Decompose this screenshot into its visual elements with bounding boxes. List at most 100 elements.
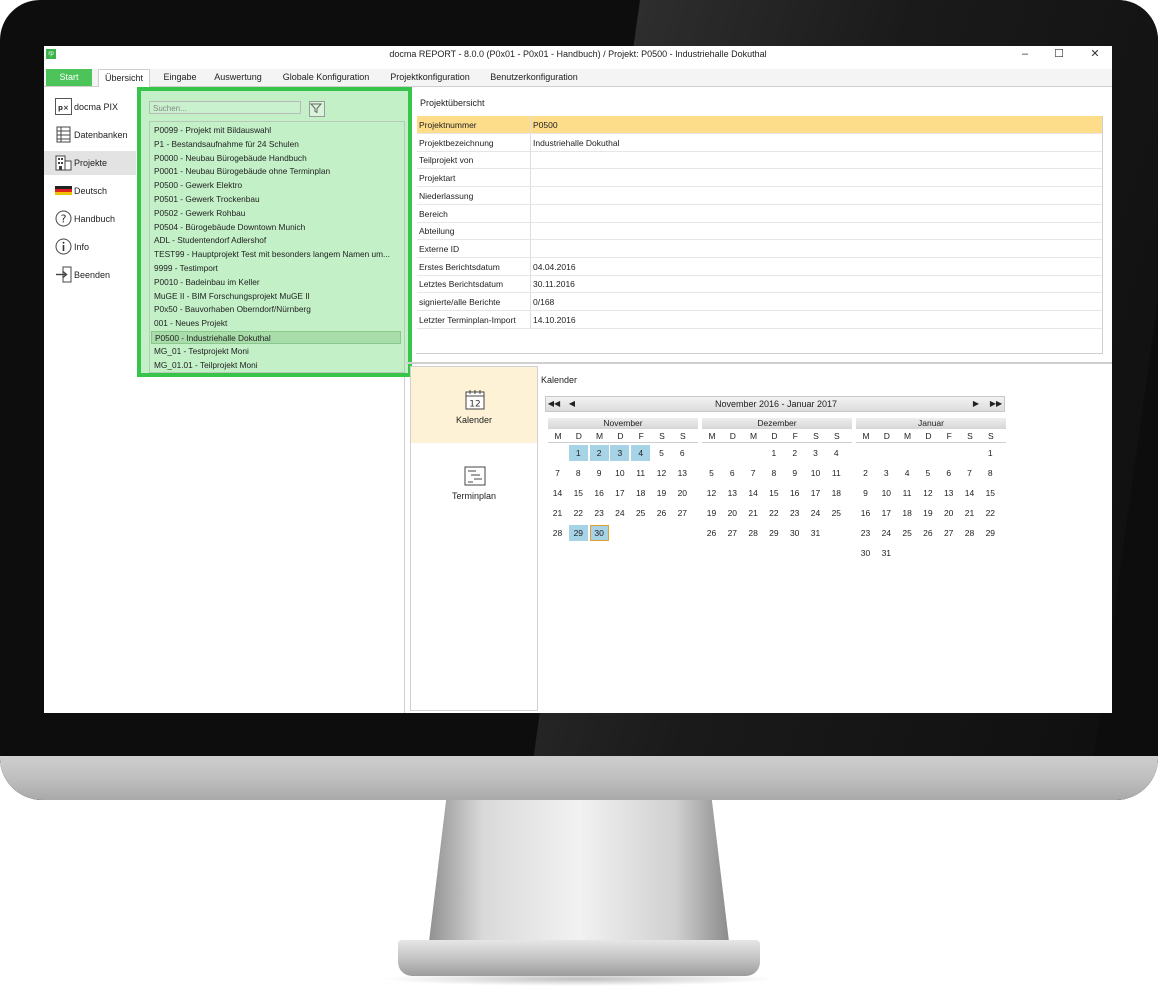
calendar-day[interactable]: 25 [631, 505, 650, 521]
calendar-day[interactable]: 22 [764, 505, 783, 521]
calendar-day[interactable]: 25 [827, 505, 846, 521]
calendar-day[interactable]: 2 [785, 445, 804, 461]
nav-item-deutsch[interactable]: Deutsch [52, 179, 137, 203]
nav-item-beenden[interactable]: Beenden [52, 263, 137, 287]
close-button[interactable]: ✕ [1078, 46, 1112, 64]
calendar-day[interactable]: 29 [764, 525, 783, 541]
calendar-day[interactable]: 15 [981, 485, 1000, 501]
calendar-day[interactable]: 11 [827, 465, 846, 481]
calendar-day[interactable]: 26 [918, 525, 937, 541]
calendar-day[interactable]: 18 [827, 485, 846, 501]
calendar-day[interactable]: 19 [702, 505, 721, 521]
calendar-day[interactable]: 24 [806, 505, 825, 521]
tab-eingabe[interactable]: Eingabe [156, 69, 204, 86]
calendar-day[interactable]: 30 [856, 545, 875, 561]
calendar-day[interactable]: 5 [918, 465, 937, 481]
calendar-day[interactable]: 28 [744, 525, 763, 541]
calendar-day[interactable]: 2 [589, 445, 609, 461]
project-list-item[interactable]: P0502 - Gewerk Rohbau [154, 207, 402, 220]
maximize-button[interactable]: ☐ [1042, 46, 1076, 64]
calendar-day[interactable]: 27 [673, 505, 692, 521]
calendar-day[interactable]: 19 [918, 505, 937, 521]
calendar-day[interactable]: 16 [785, 485, 804, 501]
calendar-day[interactable]: 31 [877, 545, 896, 561]
nav-item-datenbanken[interactable]: Datenbanken [52, 123, 137, 147]
calendar-day[interactable]: 18 [631, 485, 650, 501]
calendar-day[interactable]: 3 [806, 445, 825, 461]
calendar-day[interactable]: 26 [652, 505, 671, 521]
project-list[interactable]: P0099 - Projekt mit Bildauswahl P1 - Best… [149, 121, 405, 373]
calendar-day[interactable]: 4 [898, 465, 917, 481]
project-list-item[interactable]: P0001 - Neubau Bürogebäude ohne Terminpl… [154, 165, 402, 178]
calendar-day[interactable]: 29 [568, 525, 588, 541]
project-list-item[interactable]: P0010 - Badeinbau im Keller [154, 276, 402, 289]
calendar-day[interactable]: 19 [652, 485, 671, 501]
calendar-day[interactable]: 18 [898, 505, 917, 521]
tab-start[interactable]: Start [46, 69, 92, 86]
calendar-day[interactable]: 30 [589, 525, 609, 541]
calendar-day[interactable]: 20 [723, 505, 742, 521]
calendar-day[interactable]: 11 [631, 465, 650, 481]
project-list-item[interactable]: P1 - Bestandsaufnahme für 24 Schulen [154, 138, 402, 151]
project-list-item[interactable]: P0504 - Bürogebäude Downtown Munich [154, 221, 402, 234]
project-list-item[interactable]: P0099 - Projekt mit Bildauswahl [154, 124, 402, 137]
calendar-day[interactable]: 15 [764, 485, 783, 501]
calendar-day[interactable]: 8 [569, 465, 588, 481]
calendar-day[interactable]: 22 [569, 505, 588, 521]
calendar-day[interactable]: 23 [785, 505, 804, 521]
calendar-day[interactable]: 27 [939, 525, 958, 541]
tab-kalender[interactable]: 12 Kalender [411, 367, 537, 443]
project-list-item[interactable]: P0500 - Industriehalle Dokuthal [151, 331, 401, 344]
calendar-day[interactable]: 25 [898, 525, 917, 541]
calendar-next-button[interactable]: ▶ [968, 397, 984, 411]
calendar-day[interactable]: 7 [744, 465, 763, 481]
project-list-item[interactable]: MG_01.01 - Teilprojekt Moni [154, 359, 402, 372]
calendar-day[interactable]: 6 [723, 465, 742, 481]
calendar-day[interactable]: 10 [877, 485, 896, 501]
calendar-day[interactable]: 20 [939, 505, 958, 521]
calendar-day[interactable]: 4 [631, 445, 651, 461]
calendar-day[interactable]: 31 [806, 525, 825, 541]
calendar-day[interactable]: 29 [981, 525, 1000, 541]
minimize-button[interactable]: – [1008, 46, 1042, 64]
calendar-day[interactable]: 27 [723, 525, 742, 541]
calendar-day[interactable]: 14 [960, 485, 979, 501]
project-list-item[interactable]: 9999 - Testimport [154, 262, 402, 275]
nav-item-handbuch[interactable]: ? Handbuch [52, 207, 137, 231]
calendar-day[interactable]: 20 [673, 485, 692, 501]
tab-benutzerkonfiguration[interactable]: Benutzerkonfiguration [486, 69, 582, 86]
calendar-day[interactable]: 13 [673, 465, 692, 481]
calendar-day[interactable]: 14 [548, 485, 567, 501]
calendar-day[interactable]: 10 [806, 465, 825, 481]
calendar-day[interactable]: 3 [877, 465, 896, 481]
calendar-day[interactable]: 1 [764, 445, 783, 461]
calendar-day[interactable]: 24 [877, 525, 896, 541]
calendar-day[interactable]: 8 [764, 465, 783, 481]
calendar-day[interactable]: 4 [827, 445, 846, 461]
calendar-day[interactable]: 9 [590, 465, 609, 481]
calendar-day[interactable]: 1 [981, 445, 1000, 461]
calendar-day[interactable]: 6 [939, 465, 958, 481]
project-list-item[interactable]: TEST99 - Hauptprojekt Test mit besonders… [154, 248, 402, 261]
calendar-day[interactable]: 30 [785, 525, 804, 541]
project-list-item[interactable]: P0x50 - Bauvorhaben Oberndorf/Nürnberg [154, 303, 402, 316]
calendar-day[interactable]: 12 [702, 485, 721, 501]
calendar-day[interactable]: 21 [744, 505, 763, 521]
nav-item-projekte[interactable]: Projekte [44, 151, 136, 175]
calendar-day[interactable]: 17 [806, 485, 825, 501]
calendar-day[interactable]: 9 [785, 465, 804, 481]
calendar-day[interactable]: 24 [610, 505, 629, 521]
calendar-day[interactable]: 13 [939, 485, 958, 501]
calendar-day[interactable]: 26 [702, 525, 721, 541]
calendar-day[interactable]: 15 [569, 485, 588, 501]
calendar-last-button[interactable]: ▶▶ [988, 397, 1004, 411]
calendar-day[interactable]: 9 [856, 485, 875, 501]
calendar-day[interactable]: 12 [918, 485, 937, 501]
calendar-day[interactable]: 28 [548, 525, 567, 541]
filter-icon[interactable] [309, 101, 325, 117]
calendar-day[interactable]: 5 [702, 465, 721, 481]
calendar-day[interactable]: 16 [590, 485, 609, 501]
project-list-item[interactable]: 001 - Neues Projekt [154, 317, 402, 330]
calendar-day[interactable]: 21 [960, 505, 979, 521]
calendar-day[interactable]: 14 [744, 485, 763, 501]
